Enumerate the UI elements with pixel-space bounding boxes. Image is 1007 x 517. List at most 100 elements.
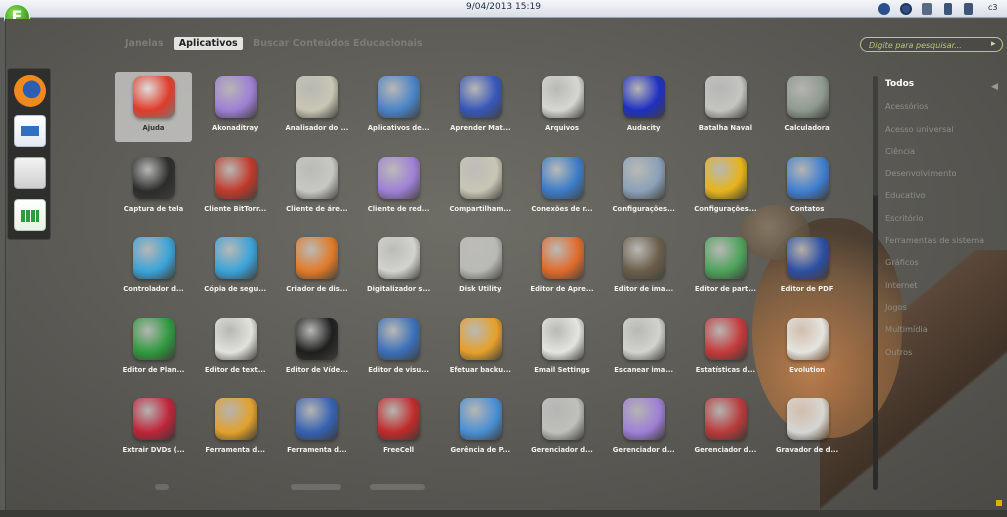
app-item[interactable]: Gerenciador d... [605,394,682,464]
category-item[interactable]: Internet [885,278,984,300]
app-item[interactable]: Ferramenta d... [278,394,355,464]
clipboard-icon[interactable] [964,3,973,15]
top-panel: E 9/04/2013 15:19 c3 [0,0,1007,30]
app-grid-scrollbar[interactable] [873,76,878,490]
app-item[interactable]: Escanear ima... [605,314,682,384]
clock[interactable]: 9/04/2013 15:19 [0,2,1007,12]
app-item[interactable]: Akonaditray [197,72,274,142]
line-chart-icon [704,317,747,360]
camera-icon [133,156,175,199]
app-item[interactable]: Editor de PDF [769,233,846,303]
app-label: Configurações... [612,204,675,213]
category-item[interactable]: Escritório [885,211,984,233]
diamond-icon [214,76,257,118]
app-item[interactable]: Editor de visu... [360,314,437,384]
category-item[interactable]: Acessórios [885,99,984,121]
app-item[interactable]: Arquivos [524,72,601,142]
app-item[interactable]: FreeCell [360,394,437,464]
app-item[interactable]: Editor de part... [687,233,764,303]
app-item[interactable]: Cópia de segu... [197,233,274,303]
notification-icon[interactable] [996,500,1002,506]
app-item[interactable]: Calculadora [769,72,846,142]
scrollbar-thumb[interactable] [873,76,878,196]
app-item[interactable]: Configurações... [605,153,682,223]
app-item[interactable]: Digitalizador s... [360,233,437,303]
app-item[interactable]: Aprender Mat... [442,72,519,142]
app-item[interactable]: Cliente de áre... [278,153,355,223]
app-item[interactable]: Cliente de red... [360,153,437,223]
app-item[interactable]: Cliente BitTorr... [197,153,274,223]
app-item[interactable]: Editor de ima... [605,233,682,303]
presentation-icon [541,237,584,279]
app-item[interactable]: Evolution [769,314,846,384]
app-item[interactable]: Gerência de P... [442,394,519,464]
app-item[interactable]: Estatísticas d... [687,314,764,384]
app-item[interactable]: Aplicativos de... [360,72,437,142]
app-item[interactable]: Analisador do ... [278,72,355,142]
text-editor-icon [214,317,257,360]
collapse-arrow-icon[interactable]: ◀ [991,82,998,92]
app-item[interactable]: Editor de Plan... [115,314,192,384]
update-icon[interactable] [900,3,912,15]
app-item[interactable]: Disk Utility [442,233,519,303]
app-label: Editor de text... [204,365,266,374]
app-label: Evolution [789,365,826,374]
category-item[interactable]: Multimídia [885,322,984,344]
file-cabinet-icon[interactable] [14,157,46,189]
folder-icon [459,156,502,199]
app-item[interactable]: Ajuda [115,72,192,142]
app-item[interactable]: Ferramenta d... [197,394,274,464]
app-label: Analisador do ... [285,124,349,132]
writer-document-icon[interactable] [14,115,46,147]
app-item[interactable]: Editor de Víde... [278,314,355,384]
app-label: Editor de PDF [780,285,834,293]
category-item[interactable]: Jogos [885,300,984,322]
battery-icon[interactable] [944,3,952,15]
app-item[interactable]: Gerenciador d... [524,394,601,464]
app-item[interactable]: Controlador d... [115,233,192,303]
app-item[interactable]: Captura de tela [115,153,192,223]
app-item[interactable]: Gravador de d... [769,394,846,464]
app-item[interactable]: Editor de text... [197,314,274,384]
category-item[interactable]: Acesso universal [885,122,984,144]
scanner-icon [623,317,666,360]
app-label: Configurações... [694,204,757,213]
app-item[interactable]: Configurações... [687,153,764,223]
app-label: Email Settings [534,365,590,374]
app-item[interactable]: Efetuar backu... [442,314,519,384]
category-item[interactable]: Todos [885,77,984,99]
volume-icon[interactable] [922,3,932,15]
app-item[interactable]: Audacity [605,72,682,142]
category-item[interactable]: Ciência [885,144,984,166]
app-item[interactable]: Criador de dis... [278,233,355,303]
calculator-icon [786,76,829,118]
app-item[interactable]: Extrair DVDs (... [115,394,192,464]
tab-aplicativos[interactable]: Aplicativos [173,37,243,50]
calc-spreadsheet-icon[interactable] [14,199,46,231]
app-item[interactable]: Compartilham... [442,153,519,223]
search-arrow-icon[interactable]: ▸ [991,39,996,49]
app-item[interactable]: Contatos [769,153,846,223]
category-item[interactable]: Gráficos [885,255,984,277]
category-item[interactable]: Desenvolvimento [885,166,984,188]
archive-manager-icon [704,398,747,440]
app-item[interactable]: Conexões de r... [524,153,601,223]
app-label: Cópia de segu... [204,285,267,293]
app-item[interactable]: Email Settings [524,314,601,384]
writer-document-stripe [21,126,39,136]
app-item[interactable]: Gerenciador d... [687,394,764,464]
app-label: Compartilham... [449,204,512,213]
cards-icon [378,398,421,440]
category-item[interactable]: Educativo [885,188,984,210]
tab-buscar-conteudos[interactable]: Buscar Conteúdos Educacionais [248,37,428,50]
firefox-icon[interactable] [14,75,46,107]
app-item[interactable]: Batalha Naval [687,72,764,142]
headphones-icon [623,76,666,118]
search-input[interactable] [869,39,984,51]
category-item[interactable]: Outros [885,345,984,367]
app-item[interactable]: Editor de Apre... [524,233,601,303]
network-icon[interactable] [878,3,890,15]
tab-janelas[interactable]: Janelas [120,37,168,50]
category-item[interactable]: Ferramentas de sistema [885,233,984,255]
app-label: Cliente BitTorr... [204,204,267,213]
